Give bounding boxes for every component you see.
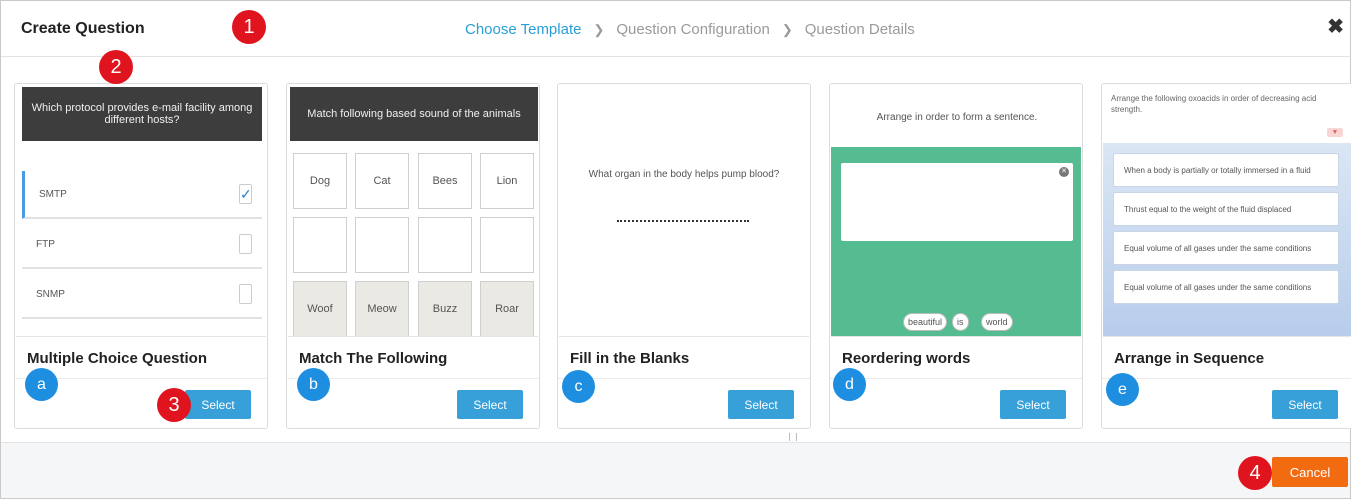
preview-drop-box: ✕ [841,163,1073,241]
preview-sequence-item: When a body is partially or totally imme… [1113,153,1339,187]
dialog-header: Create Question Choose Template ❯ Questi… [1,1,1350,57]
preview-blank [418,217,472,273]
annotation-badge: 3 [157,388,191,422]
annotation-badge: a [25,368,58,401]
preview-question: What organ in the body helps pump blood? [588,169,780,180]
checkbox-checked-icon: ✓ [239,184,252,204]
preview-answer: Buzz [418,281,472,336]
template-list: Which protocol provides e-mail facility … [1,58,1351,442]
dialog-footer: Cancel [1,442,1350,498]
preview-word-chip: world [981,313,1013,331]
step-question-configuration[interactable]: Question Configuration [616,21,769,38]
resize-grip-icon[interactable] [789,433,797,441]
preview-option: FTP [22,221,262,269]
close-icon: ✕ [1059,167,1069,177]
annotation-badge: d [833,368,866,401]
preview-question: Match following based sound of the anima… [290,87,538,141]
card-title: Multiple Choice Question [27,350,208,367]
card-title: Match The Following [299,350,448,367]
divider [830,378,1082,379]
card-title: Arrange in Sequence [1114,350,1265,367]
preview-answer: Roar [480,281,534,336]
card-title: Reordering words [842,350,971,367]
dialog-title: Create Question [21,20,145,37]
step-choose-template[interactable]: Choose Template [465,21,581,38]
preview-answer: Meow [355,281,409,336]
preview-item: Bees [418,153,472,209]
checkbox-icon [239,284,252,304]
close-icon[interactable]: ✖ [1327,17,1344,37]
preview-item: Dog [293,153,347,209]
template-preview-reordering: Arrange in order to form a sentence. ✕ b… [831,85,1081,337]
select-button[interactable]: Select [1000,390,1066,419]
preview-blank [293,217,347,273]
preview-sequence-area: When a body is partially or totally imme… [1103,143,1351,336]
divider [558,378,810,379]
preview-word-chip: beautiful [903,313,948,331]
preview-item: Lion [480,153,534,209]
checkbox-icon [239,234,252,254]
template-preview-match: Match following based sound of the anima… [288,85,538,337]
template-card-reordering-words[interactable]: Arrange in order to form a sentence. ✕ b… [829,83,1083,429]
preview-question: Which protocol provides e-mail facility … [22,87,262,141]
step-question-details[interactable]: Question Details [805,21,915,38]
preview-answer: Woof [293,281,347,336]
annotation-badge: 2 [99,50,133,84]
template-card-fill-blanks[interactable]: What organ in the body helps pump blood?… [557,83,811,429]
select-button[interactable]: Select [457,390,523,419]
template-preview-fill-blanks: What organ in the body helps pump blood? [559,85,809,337]
chevron-right-icon: ❯ [781,21,793,37]
select-button[interactable]: Select [728,390,794,419]
preview-sequence-item: Equal volume of all gases under the same… [1113,270,1339,304]
annotation-badge: b [297,368,330,401]
select-button[interactable]: Select [1272,390,1338,419]
select-button[interactable]: Select [185,390,251,419]
annotation-badge: 4 [1238,456,1272,490]
wizard-steps: Choose Template ❯ Question Configuration… [465,21,915,38]
preview-item: Cat [355,153,409,209]
divider [1102,378,1351,379]
preview-option: SNMP [22,271,262,319]
chevron-right-icon: ❯ [593,21,605,37]
template-preview-sequence: Arrange the following oxoacids in order … [1103,85,1351,337]
preview-question: Arrange the following oxoacids in order … [1111,94,1317,114]
preview-sequence-item: Thrust equal to the weight of the fluid … [1113,192,1339,226]
annotation-badge: e [1106,373,1139,406]
preview-blank-line [617,220,749,222]
create-question-dialog: Create Question Choose Template ❯ Questi… [0,0,1351,499]
preview-sequence-item: Equal volume of all gases under the same… [1113,231,1339,265]
preview-blank [355,217,409,273]
preview-question: Arrange in order to form a sentence. [831,85,1081,147]
preview-option: SMTP ✓ [22,171,262,219]
template-card-arrange-sequence[interactable]: Arrange the following oxoacids in order … [1101,83,1351,429]
annotation-badge: 1 [232,10,266,44]
cancel-button[interactable]: Cancel [1272,457,1348,487]
card-title: Fill in the Blanks [570,350,690,367]
preview-blank [480,217,534,273]
preview-answer-area: ✕ beautiful is world [831,147,1081,336]
chevron-down-icon: ▼ [1327,128,1343,137]
preview-word-chip: is [952,313,969,331]
annotation-badge: c [562,370,595,403]
template-preview-mcq: Which protocol provides e-mail facility … [16,85,266,337]
